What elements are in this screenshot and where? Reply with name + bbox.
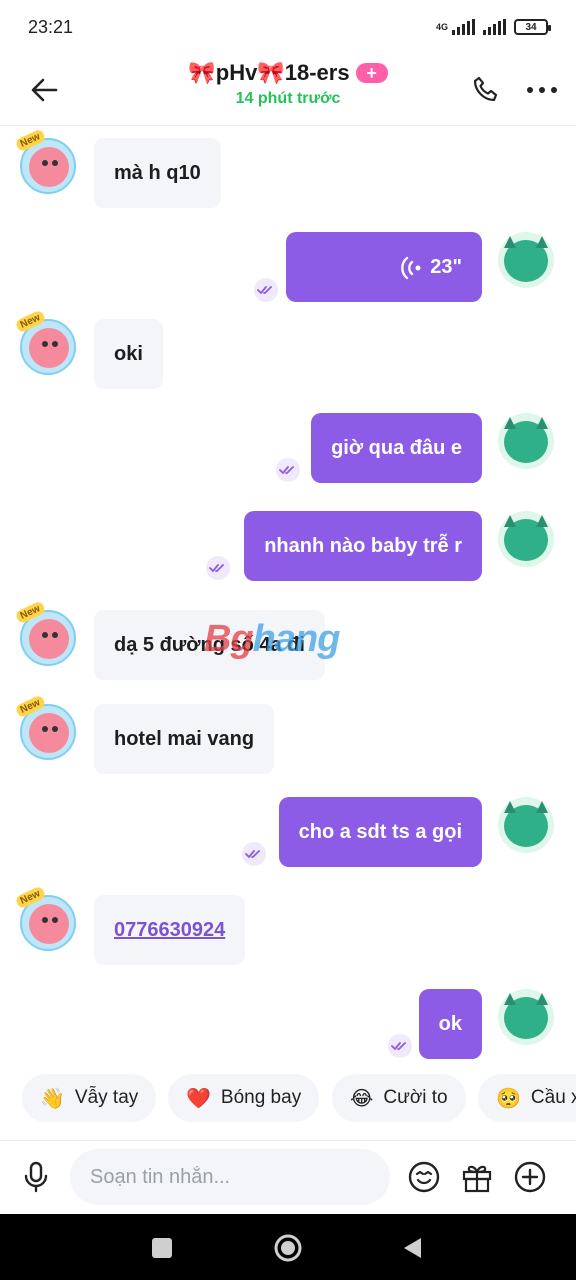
recents-button[interactable]: [142, 1228, 182, 1268]
voice-message-bubble[interactable]: 23": [286, 232, 482, 302]
status-time: 23:21: [28, 16, 74, 37]
reaction-label: Bóng bay: [220, 1087, 302, 1108]
reaction-chip-wave[interactable]: 👋 Vẫy tay: [22, 1074, 157, 1122]
triangle-back-icon: [404, 1238, 421, 1258]
status-bar: 23:21 4G 34: [0, 0, 576, 54]
my-avatar[interactable]: [498, 413, 554, 469]
plus-circle-icon: [514, 1161, 546, 1193]
heart-icon: ❤️: [186, 1087, 211, 1110]
quick-reactions-bar: 👋 Vẫy tay ❤️ Bóng bay 😂 Cười to 🥺 Cầu x: [0, 1070, 576, 1126]
voice-duration: 23": [430, 256, 462, 278]
add-attachment-button[interactable]: [508, 1155, 552, 1199]
signal-icon-2: [483, 19, 506, 35]
voice-record-button[interactable]: [14, 1155, 58, 1199]
call-button[interactable]: [464, 68, 508, 112]
contact-avatar[interactable]: New: [14, 128, 76, 194]
arrow-left-icon: [31, 78, 58, 102]
home-circle-icon: [274, 1234, 302, 1262]
chat-title-block[interactable]: 🎀pHv🎀18-ers + 14 phút trước: [120, 60, 456, 108]
voice-wave-icon: [401, 256, 421, 279]
read-receipt-icon: [276, 458, 300, 482]
my-avatar[interactable]: [498, 797, 554, 853]
wave-icon: 👋: [40, 1087, 65, 1110]
system-nav-bar: [0, 1214, 576, 1280]
contact-avatar[interactable]: New: [14, 309, 76, 375]
read-receipt-icon: [242, 842, 266, 866]
gift-icon: [462, 1165, 492, 1193]
smiley-icon: [408, 1161, 440, 1193]
read-receipt-icon: [206, 556, 230, 580]
reaction-label: Cầu x: [530, 1087, 576, 1108]
message-input[interactable]: [70, 1149, 390, 1205]
microphone-icon: [24, 1161, 48, 1193]
message-bubble-outgoing[interactable]: cho a sdt ts a gọi: [278, 797, 482, 867]
status-icons: 4G 34: [435, 19, 551, 35]
message-bubble-incoming: 0776630924: [94, 895, 246, 965]
read-receipt-icon: [254, 278, 278, 302]
more-dots-icon: [527, 87, 557, 93]
reaction-chip-laugh[interactable]: 😂 Cười to: [332, 1074, 466, 1122]
phone-icon: [473, 76, 498, 102]
battery-icon: 34: [514, 19, 551, 35]
chat-header: 🎀pHv🎀18-ers + 14 phút trước: [0, 54, 576, 126]
message-composer: [0, 1140, 576, 1214]
back-button[interactable]: [22, 68, 66, 112]
square-icon: [152, 1238, 172, 1258]
home-button[interactable]: [268, 1228, 308, 1268]
reaction-label: Vẫy tay: [74, 1087, 139, 1108]
message-bubble-outgoing[interactable]: ok: [418, 989, 482, 1059]
my-avatar[interactable]: [498, 989, 554, 1045]
last-seen-status: 14 phút trước: [235, 90, 341, 107]
signal-icon: [452, 19, 475, 35]
plus-badge: +: [355, 63, 388, 83]
back-nav-button[interactable]: [392, 1228, 432, 1268]
watermark-logo: Bghang: [204, 618, 340, 660]
message-bubble-outgoing[interactable]: giờ qua đâu e: [311, 413, 482, 483]
gift-button[interactable]: [455, 1155, 499, 1199]
contact-avatar[interactable]: New: [14, 600, 76, 666]
contact-avatar[interactable]: New: [14, 694, 76, 760]
network-type: 4G: [435, 21, 448, 32]
message-bubble-incoming[interactable]: hotel mai vang: [94, 704, 275, 774]
more-options-button[interactable]: [520, 68, 564, 112]
message-bubble-incoming[interactable]: mà h q10: [94, 138, 221, 208]
my-avatar[interactable]: [498, 232, 554, 288]
reaction-chip-plead[interactable]: 🥺 Cầu x: [478, 1074, 576, 1122]
message-bubble-outgoing[interactable]: nhanh nào baby trễ r: [244, 511, 482, 581]
reaction-label: Cười to: [383, 1087, 448, 1108]
laugh-icon: 😂: [350, 1087, 374, 1110]
pleading-face-icon: 🥺: [496, 1087, 521, 1110]
reaction-chip-balloon[interactable]: ❤️ Bóng bay: [168, 1074, 320, 1122]
my-avatar[interactable]: [498, 511, 554, 567]
chat-title: 🎀pHv🎀18-ers: [188, 60, 350, 85]
read-receipt-icon: [388, 1034, 412, 1058]
message-bubble-incoming[interactable]: oki: [94, 319, 163, 389]
contact-avatar[interactable]: New: [14, 885, 76, 951]
emoji-button[interactable]: [402, 1155, 446, 1199]
phone-number-link[interactable]: 0776630924: [114, 919, 225, 941]
